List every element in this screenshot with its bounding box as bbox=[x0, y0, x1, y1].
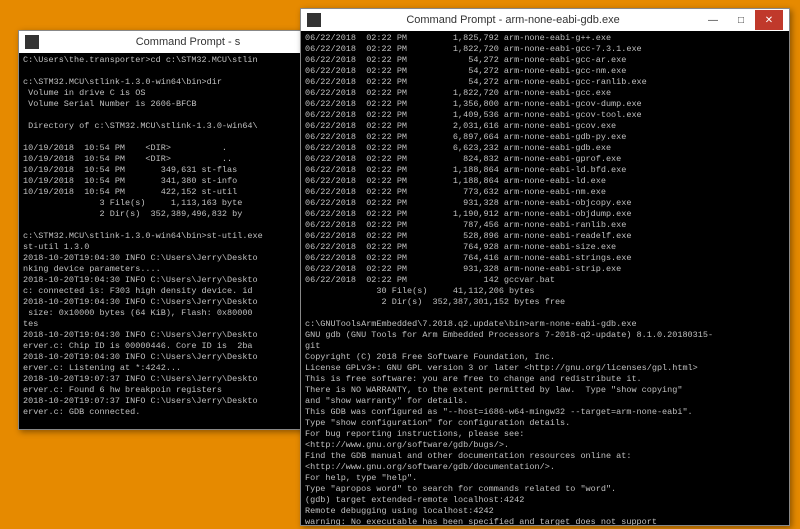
terminal-line: 2018-10-20T19:07:37 INFO C:\Users\Jerry\… bbox=[23, 374, 333, 385]
terminal-line: erver.c: Chip ID is 00000446. Core ID is… bbox=[23, 341, 333, 352]
terminal-line: 06/22/2018 02:22 PM 1,825,792 arm-none-e… bbox=[305, 33, 785, 44]
terminal-line bbox=[23, 66, 333, 77]
terminal-line bbox=[305, 308, 785, 319]
cmd-window-gdb: Command Prompt - arm-none-eabi-gdb.exe —… bbox=[300, 8, 790, 526]
terminal-line: c:\GNUToolsArmEmbedded\7.2018.q2.update\… bbox=[305, 319, 785, 330]
terminal-line: 06/22/2018 02:22 PM 931,328 arm-none-eab… bbox=[305, 198, 785, 209]
terminal-line: This is free software: you are free to c… bbox=[305, 374, 785, 385]
terminal-line: (gdb) target extended-remote localhost:4… bbox=[305, 495, 785, 506]
terminal-line: 06/22/2018 02:22 PM 764,928 arm-none-eab… bbox=[305, 242, 785, 253]
terminal-line: st-util 1.3.0 bbox=[23, 242, 333, 253]
terminal-line: tes bbox=[23, 319, 333, 330]
terminal-line: There is NO WARRANTY, to the extent perm… bbox=[305, 385, 785, 396]
terminal-line: 10/19/2018 10:54 PM 341,380 st-info bbox=[23, 176, 333, 187]
terminal-line: 06/22/2018 02:22 PM 54,272 arm-none-eabi… bbox=[305, 77, 785, 88]
terminal-line: 06/22/2018 02:22 PM 6,623,232 arm-none-e… bbox=[305, 143, 785, 154]
terminal-line: GNU gdb (GNU Tools for Arm Embedded Proc… bbox=[305, 330, 785, 341]
terminal-line: 06/22/2018 02:22 PM 1,822,720 arm-none-e… bbox=[305, 88, 785, 99]
close-button[interactable]: ✕ bbox=[755, 10, 783, 30]
terminal-line: 10/19/2018 10:54 PM 349,631 st-flas bbox=[23, 165, 333, 176]
terminal-line: 06/22/2018 02:22 PM 1,822,720 arm-none-e… bbox=[305, 44, 785, 55]
terminal-line: Type "apropos word" to search for comman… bbox=[305, 484, 785, 495]
terminal-line: Directory of c:\STM32.MCU\stlink-1.3.0-w… bbox=[23, 121, 333, 132]
terminal-line: c:\STM32.MCU\stlink-1.3.0-win64\bin>dir bbox=[23, 77, 333, 88]
terminal-line: and "show warranty" for details. bbox=[305, 396, 785, 407]
terminal-line: c: connected is: F303 high density devic… bbox=[23, 286, 333, 297]
terminal-line: nking device parameters.... bbox=[23, 264, 333, 275]
terminal-line: 06/22/2018 02:22 PM 931,328 arm-none-eab… bbox=[305, 264, 785, 275]
terminal-line: 06/22/2018 02:22 PM 142 gccvar.bat bbox=[305, 275, 785, 286]
terminal-line: For bug reporting instructions, please s… bbox=[305, 429, 785, 440]
cmd-icon bbox=[25, 35, 39, 49]
terminal-line: 2018-10-20T19:04:30 INFO C:\Users\Jerry\… bbox=[23, 297, 333, 308]
terminal-line: 10/19/2018 10:54 PM 422,152 st-util bbox=[23, 187, 333, 198]
terminal-line: erver.c: GDB connected. bbox=[23, 407, 333, 418]
terminal-line: 2018-10-20T19:07:37 INFO C:\Users\Jerry\… bbox=[23, 396, 333, 407]
terminal-line: warning: No executable has been specifie… bbox=[305, 517, 785, 525]
window-title: Command Prompt - s bbox=[45, 36, 331, 48]
terminal-line: Volume Serial Number is 2606-BFCB bbox=[23, 99, 333, 110]
terminal-line: 2018-10-20T19:04:30 INFO C:\Users\Jerry\… bbox=[23, 352, 333, 363]
terminal-line: 06/22/2018 02:22 PM 787,456 arm-none-eab… bbox=[305, 220, 785, 231]
window-controls: — □ ✕ bbox=[699, 10, 783, 30]
terminal-line: C:\Users\the.transporter>cd c:\STM32.MCU… bbox=[23, 55, 333, 66]
terminal-line: 2018-10-20T19:04:30 INFO C:\Users\Jerry\… bbox=[23, 330, 333, 341]
terminal-line: erver.c: Found 6 hw breakpoin registers bbox=[23, 385, 333, 396]
terminal-line: size: 0x10000 bytes (64 KiB), Flash: 0x8… bbox=[23, 308, 333, 319]
terminal-line bbox=[23, 418, 333, 429]
terminal-line: 06/22/2018 02:22 PM 54,272 arm-none-eabi… bbox=[305, 66, 785, 77]
terminal-line: 06/22/2018 02:22 PM 1,188,864 arm-none-e… bbox=[305, 176, 785, 187]
terminal-line: 06/22/2018 02:22 PM 1,409,536 arm-none-e… bbox=[305, 110, 785, 121]
terminal-line: 2 Dir(s) 352,387,301,152 bytes free bbox=[305, 297, 785, 308]
terminal-line: 06/22/2018 02:22 PM 764,416 arm-none-eab… bbox=[305, 253, 785, 264]
terminal-line: Find the GDB manual and other documentat… bbox=[305, 451, 785, 462]
terminal-line: License GPLv3+: GNU GPL version 3 or lat… bbox=[305, 363, 785, 374]
terminal-line: 06/22/2018 02:22 PM 528,896 arm-none-eab… bbox=[305, 231, 785, 242]
titlebar[interactable]: Command Prompt - s bbox=[19, 31, 337, 53]
terminal-line: 10/19/2018 10:54 PM <DIR> . bbox=[23, 143, 333, 154]
terminal-line: c:\STM32.MCU\stlink-1.3.0-win64\bin>st-u… bbox=[23, 231, 333, 242]
terminal-line: 06/22/2018 02:22 PM 1,356,800 arm-none-e… bbox=[305, 99, 785, 110]
terminal-output[interactable]: C:\Users\the.transporter>cd c:\STM32.MCU… bbox=[19, 53, 337, 429]
terminal-line: 06/22/2018 02:22 PM 1,190,912 arm-none-e… bbox=[305, 209, 785, 220]
terminal-line: <http://www.gnu.org/software/gdb/bugs/>. bbox=[305, 440, 785, 451]
terminal-line: 06/22/2018 02:22 PM 824,832 arm-none-eab… bbox=[305, 154, 785, 165]
cmd-window-stutil: Command Prompt - s C:\Users\the.transpor… bbox=[18, 30, 338, 430]
terminal-line: Type "show configuration" for configurat… bbox=[305, 418, 785, 429]
titlebar[interactable]: Command Prompt - arm-none-eabi-gdb.exe —… bbox=[301, 9, 789, 31]
terminal-line bbox=[23, 110, 333, 121]
terminal-line: 3 File(s) 1,113,163 byte bbox=[23, 198, 333, 209]
terminal-line: 2018-10-20T19:04:30 INFO C:\Users\Jerry\… bbox=[23, 275, 333, 286]
terminal-line: 10/19/2018 10:54 PM <DIR> .. bbox=[23, 154, 333, 165]
terminal-line: erver.c: Listening at *:4242... bbox=[23, 363, 333, 374]
terminal-output[interactable]: 06/22/2018 02:22 PM 1,825,792 arm-none-e… bbox=[301, 31, 789, 525]
terminal-line: 06/22/2018 02:22 PM 2,031,616 arm-none-e… bbox=[305, 121, 785, 132]
terminal-line: <http://www.gnu.org/software/gdb/documen… bbox=[305, 462, 785, 473]
terminal-line: 2018-10-20T19:04:30 INFO C:\Users\Jerry\… bbox=[23, 253, 333, 264]
terminal-line bbox=[23, 132, 333, 143]
maximize-button[interactable]: □ bbox=[727, 10, 755, 30]
terminal-line: git bbox=[305, 341, 785, 352]
terminal-line: This GDB was configured as "--host=i686-… bbox=[305, 407, 785, 418]
terminal-line: 06/22/2018 02:22 PM 54,272 arm-none-eabi… bbox=[305, 55, 785, 66]
cmd-icon bbox=[307, 13, 321, 27]
terminal-line: Volume in drive C is OS bbox=[23, 88, 333, 99]
terminal-line: 2 Dir(s) 352,389,496,832 by bbox=[23, 209, 333, 220]
terminal-line: 06/22/2018 02:22 PM 6,897,664 arm-none-e… bbox=[305, 132, 785, 143]
minimize-button[interactable]: — bbox=[699, 10, 727, 30]
terminal-line: Copyright (C) 2018 Free Software Foundat… bbox=[305, 352, 785, 363]
terminal-line: 06/22/2018 02:22 PM 1,188,864 arm-none-e… bbox=[305, 165, 785, 176]
terminal-line: For help, type "help". bbox=[305, 473, 785, 484]
terminal-line: 30 File(s) 41,112,206 bytes bbox=[305, 286, 785, 297]
window-title: Command Prompt - arm-none-eabi-gdb.exe bbox=[327, 14, 699, 26]
terminal-line bbox=[23, 220, 333, 231]
terminal-line: Remote debugging using localhost:4242 bbox=[305, 506, 785, 517]
terminal-line: 06/22/2018 02:22 PM 773,632 arm-none-eab… bbox=[305, 187, 785, 198]
